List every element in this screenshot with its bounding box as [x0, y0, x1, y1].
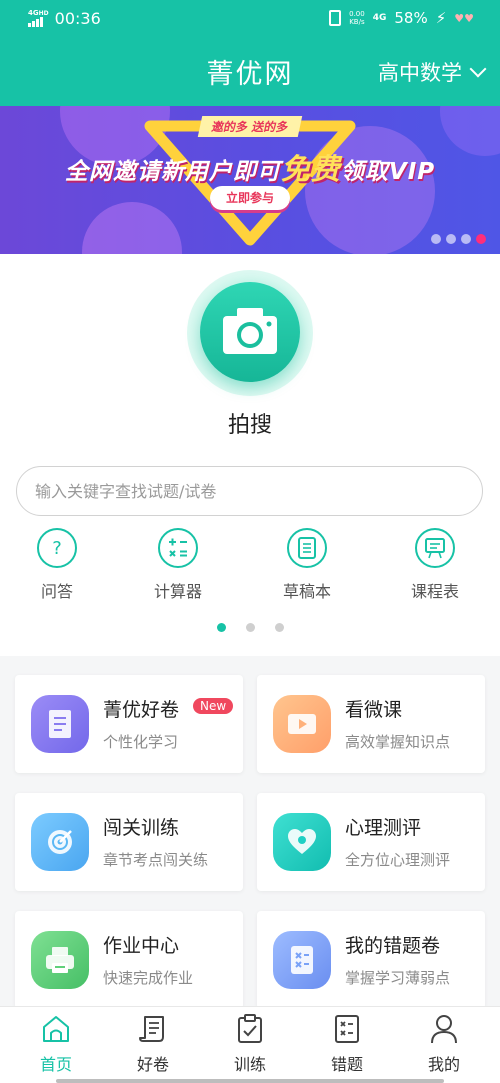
app-header: 4GHD 00:36 0.00 KB/s 4G 58% ⚡ ♥♥ 菁优网 高中数学 [0, 0, 500, 106]
user-icon [431, 1015, 457, 1044]
bottom-nav: 首页 好卷 训练 错题 我的 [0, 1006, 500, 1083]
calculator-icon [158, 528, 198, 568]
nav-label: 我的 [427, 1055, 460, 1074]
feature-card-homework[interactable]: 作业中心 快速完成作业 [15, 911, 243, 1009]
nav-profile[interactable]: 我的 [394, 1013, 494, 1075]
error-book-icon [273, 931, 331, 989]
feature-title: 菁优好卷 [103, 699, 180, 721]
status-bar: 4GHD 00:36 0.00 KB/s 4G 58% ⚡ ♥♥ [0, 0, 500, 36]
battery-level: 58% [394, 9, 428, 27]
feature-card-error-book[interactable]: 我的错题卷 掌握学习薄弱点 [257, 911, 485, 1009]
tool-label: 课程表 [410, 582, 459, 601]
nav-mistakes[interactable]: 错题 [297, 1013, 397, 1075]
clock: 00:36 [54, 8, 101, 28]
home-indicator[interactable] [56, 1079, 444, 1083]
heart-icon: ♥♥ [454, 11, 474, 25]
feature-title: 看微课 [345, 699, 403, 721]
scroll-icon [139, 1016, 164, 1042]
tool-draft[interactable]: 草稿本 [262, 528, 352, 602]
tool-schedule[interactable]: 课程表 [390, 528, 480, 602]
banner-tagline: 邀的多 送的多 [197, 116, 303, 137]
network-speed: 0.00 KB/s [349, 10, 365, 26]
nav-label: 训练 [233, 1055, 266, 1074]
network-type: 4G [28, 8, 39, 17]
feature-card-good-papers[interactable]: 菁优好卷 New 个性化学习 [15, 675, 243, 773]
camera-icon [223, 308, 277, 354]
signal-icon: 4GHD [28, 8, 49, 27]
tool-shortcuts: ? 问答 计算器 草稿本 课程表 [0, 528, 500, 608]
feature-subtitle: 个性化学习 [103, 733, 179, 751]
nav-training[interactable]: 训练 [200, 1013, 300, 1075]
new-badge: New [193, 698, 234, 714]
photo-search-button[interactable] [200, 282, 300, 382]
feature-card-challenge[interactable]: 闯关训练 章节考点闯关练 [15, 793, 243, 891]
join-now-button[interactable]: 立即参与 [210, 186, 290, 210]
schedule-board-icon [415, 528, 455, 568]
nav-papers[interactable]: 好卷 [103, 1013, 203, 1075]
vibrate-icon [329, 10, 342, 26]
target-icon [31, 813, 89, 871]
document-icon [31, 695, 89, 753]
charging-icon: ⚡ [435, 9, 447, 27]
subject-label: 高中数学 [378, 61, 462, 85]
network-hd: HD [38, 9, 49, 17]
feature-subtitle: 章节考点闯关练 [103, 851, 209, 869]
nav-label: 错题 [330, 1055, 363, 1074]
chevron-down-icon [469, 60, 487, 78]
feature-title: 作业中心 [103, 935, 180, 957]
feature-title: 闯关训练 [103, 817, 180, 839]
question-icon: ? [37, 528, 77, 568]
banner-headline: 全网邀请新用户即可免费领取VIP [64, 152, 436, 186]
banner-pagination [431, 234, 486, 244]
promo-banner[interactable]: 邀的多 送的多 全网邀请新用户即可免费领取VIP 立即参与 [0, 106, 500, 254]
nav-home[interactable]: 首页 [6, 1013, 106, 1075]
heart-icon [273, 813, 331, 871]
printer-icon [31, 931, 89, 989]
video-icon [273, 695, 331, 753]
tool-label: 计算器 [153, 582, 202, 601]
nav-label: 好卷 [136, 1055, 169, 1074]
feature-card-micro-course[interactable]: 看微课 高效掌握知识点 [257, 675, 485, 773]
feature-card-psychology[interactable]: 心理测评 全方位心理测评 [257, 793, 485, 891]
feature-subtitle: 全方位心理测评 [345, 851, 451, 869]
home-icon [43, 1016, 69, 1042]
search-input[interactable] [16, 466, 483, 516]
tool-label: 问答 [40, 582, 73, 601]
photo-search-label: 拍搜 [227, 413, 272, 438]
feature-title: 心理测评 [345, 817, 422, 839]
nav-label: 首页 [39, 1055, 72, 1074]
tool-calculator[interactable]: 计算器 [133, 528, 223, 602]
subject-selector[interactable]: 高中数学 [378, 57, 487, 87]
feature-title: 我的错题卷 [345, 935, 441, 957]
clipboard-check-icon [238, 1014, 262, 1043]
search-section: 拍搜 ? 问答 计算器 草稿本 课程表 [0, 254, 500, 656]
data-type: 4G [372, 13, 387, 23]
notebook-icon [287, 528, 327, 568]
tools-pagination [0, 623, 500, 632]
tool-label: 草稿本 [282, 582, 331, 601]
feature-subtitle: 掌握学习薄弱点 [345, 969, 451, 987]
feature-subtitle: 高效掌握知识点 [345, 733, 451, 751]
tool-qa[interactable]: ? 问答 [12, 528, 102, 602]
error-book-icon [335, 1015, 359, 1043]
feature-subtitle: 快速完成作业 [103, 969, 194, 987]
